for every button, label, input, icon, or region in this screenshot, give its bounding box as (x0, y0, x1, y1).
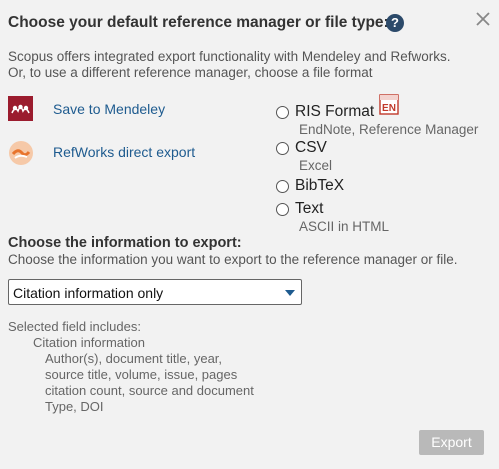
refworks-icon[interactable] (8, 140, 34, 166)
close-icon[interactable] (474, 10, 492, 28)
endnote-icon: EN (379, 94, 399, 115)
intro-text: Scopus offers integrated export function… (8, 49, 451, 81)
refworks-direct-export-link[interactable]: RefWorks direct export (53, 144, 195, 160)
text-label: Text (295, 200, 324, 217)
help-icon[interactable]: ? (386, 14, 404, 32)
includes-field-line: Author(s), document title, year, (45, 351, 223, 366)
dialog-title: Choose your default reference manager or… (8, 14, 389, 31)
includes-field-list: Author(s), document title, year, source … (45, 351, 254, 415)
text-radio[interactable] (276, 203, 289, 216)
includes-field-line: source title, volume, issue, pages (45, 367, 238, 382)
export-info-selected-value: Citation information only (13, 285, 164, 301)
export-info-select[interactable]: Citation information only (8, 279, 302, 305)
ris-label: RIS Format (295, 103, 375, 120)
intro-line-2: Or, to use a different reference manager… (8, 65, 373, 80)
save-to-mendeley-link[interactable]: Save to Mendeley (53, 101, 165, 117)
info-section-desc: Choose the information you want to expor… (8, 252, 458, 267)
includes-field-line: Type, DOI (45, 399, 104, 414)
text-sublabel: ASCII in HTML (299, 219, 390, 234)
intro-line-1: Scopus offers integrated export function… (8, 49, 451, 64)
includes-heading: Selected field includes: (8, 319, 141, 334)
includes-group-title: Citation information (33, 335, 145, 350)
svg-text:EN: EN (382, 103, 396, 114)
bibtex-label: BibTeX (295, 177, 345, 194)
bibtex-radio[interactable] (276, 180, 289, 193)
csv-radio[interactable] (276, 142, 289, 155)
includes-field-line: citation count, source and document (45, 383, 254, 398)
export-button[interactable]: Export (419, 430, 484, 455)
info-section-title: Choose the information to export: (8, 235, 242, 251)
ris-sublabel: EndNote, Reference Manager (299, 122, 479, 137)
chevron-down-icon[interactable] (285, 290, 295, 296)
csv-label: CSV (295, 139, 327, 156)
export-dialog: Choose your default reference manager or… (0, 0, 499, 469)
mendeley-icon[interactable] (8, 96, 33, 121)
ris-radio[interactable] (276, 106, 289, 119)
csv-sublabel: Excel (299, 158, 333, 173)
